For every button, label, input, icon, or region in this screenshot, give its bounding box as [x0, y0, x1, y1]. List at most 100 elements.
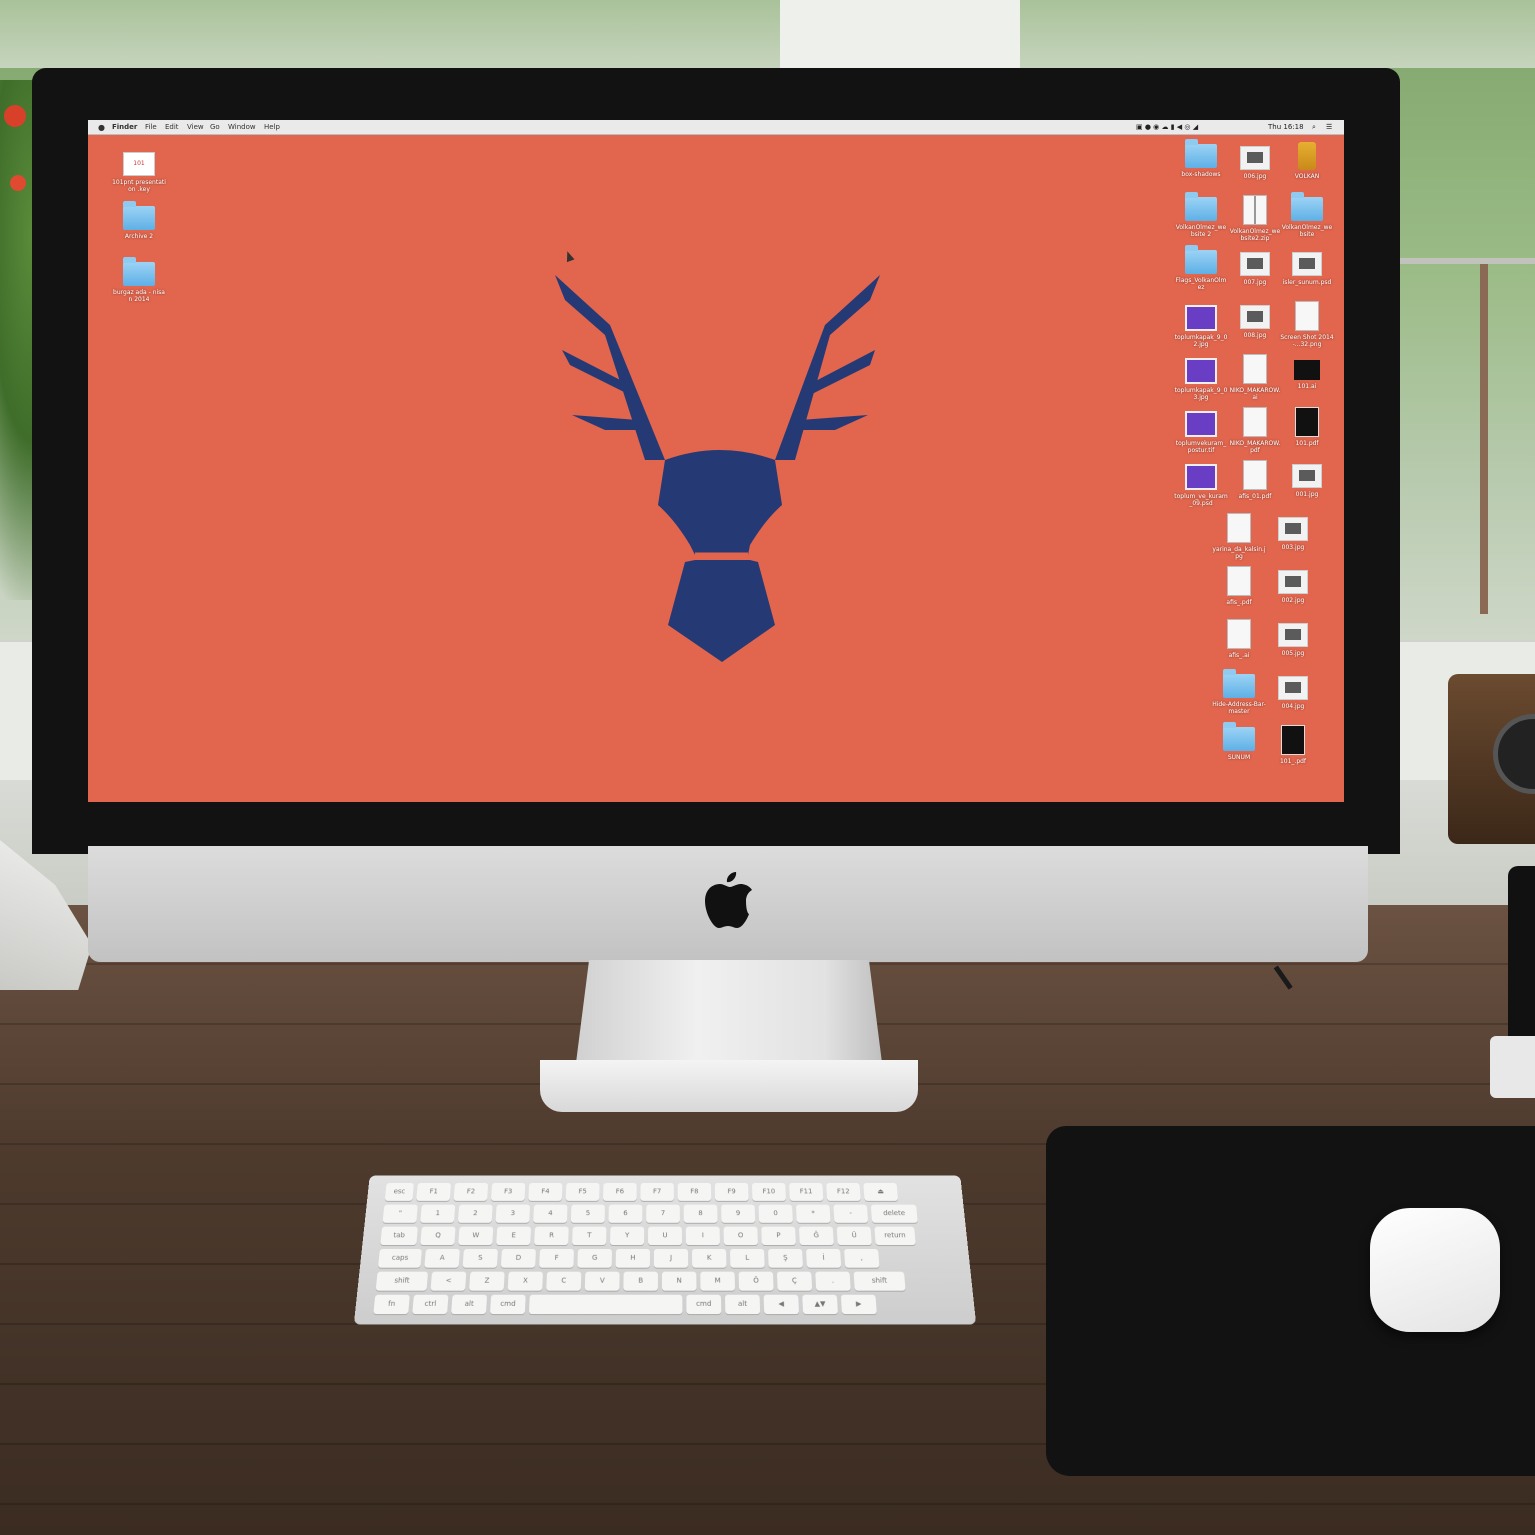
desktop-icon[interactable]: 007.jpg: [1228, 244, 1282, 286]
desktop-icon[interactable]: toplum_ve_kuram_09.psd: [1174, 456, 1228, 507]
key[interactable]: ▲▼: [802, 1294, 838, 1315]
key[interactable]: *: [795, 1204, 831, 1223]
key[interactable]: fn: [373, 1294, 410, 1315]
desktop-icon[interactable]: afis_01.pdf: [1228, 456, 1282, 500]
desktop-icon[interactable]: VOLKAN: [1280, 138, 1334, 180]
desktop-icon[interactable]: 004.jpg: [1266, 668, 1320, 710]
key[interactable]: F3: [490, 1183, 526, 1201]
key[interactable]: Ö: [738, 1271, 774, 1291]
key[interactable]: 4: [533, 1204, 568, 1223]
desktop-icon[interactable]: Screen Shot 2014-...32.png: [1280, 297, 1334, 348]
menu-go[interactable]: Go: [210, 120, 220, 134]
key[interactable]: cmd: [686, 1294, 722, 1315]
desktop-icon[interactable]: isler_sunum.psd: [1280, 244, 1334, 286]
desktop-icon[interactable]: 101.pdf: [1280, 403, 1334, 447]
key[interactable]: Ü: [836, 1226, 872, 1246]
key[interactable]: caps: [378, 1248, 422, 1268]
key[interactable]: J: [653, 1248, 689, 1268]
key[interactable]: ◀: [763, 1294, 800, 1315]
key[interactable]: L: [730, 1248, 765, 1268]
menu-edit[interactable]: Edit: [165, 120, 179, 134]
desktop-icon[interactable]: 008.jpg: [1228, 297, 1282, 339]
key[interactable]: 9: [721, 1204, 756, 1223]
key[interactable]: K: [692, 1248, 727, 1268]
desktop-icon[interactable]: toplumvekuram_postur.tif: [1174, 403, 1228, 454]
menu-view[interactable]: View: [187, 120, 204, 134]
desktop-icon[interactable]: NIKO_MAKAROW.pdf: [1228, 403, 1282, 454]
key[interactable]: V: [584, 1271, 620, 1291]
key[interactable]: S: [462, 1248, 498, 1268]
key[interactable]: F7: [640, 1183, 674, 1201]
clock[interactable]: Thu 16:18: [1268, 120, 1304, 134]
desktop-icon[interactable]: toplumkapak_9_03.jpg: [1174, 350, 1228, 401]
key[interactable]: 0: [758, 1204, 793, 1223]
desktop-icon[interactable]: 002.jpg: [1266, 562, 1320, 604]
key[interactable]: 7: [646, 1204, 680, 1223]
spotlight-icon[interactable]: ⌕: [1312, 120, 1316, 134]
desktop-icon[interactable]: afis_.ai: [1212, 615, 1266, 659]
desktop-screen[interactable]: ● Finder File Edit View Go Window Help ▣…: [88, 120, 1344, 802]
key[interactable]: -: [833, 1204, 869, 1223]
key[interactable]: shift: [375, 1271, 429, 1291]
key[interactable]: .: [815, 1271, 851, 1291]
desktop-icon[interactable]: SUNUM: [1212, 721, 1266, 761]
key[interactable]: O: [723, 1226, 758, 1246]
key[interactable]: esc: [384, 1183, 414, 1201]
key[interactable]: <: [430, 1271, 467, 1291]
key[interactable]: F9: [714, 1183, 749, 1201]
key[interactable]: F4: [528, 1183, 563, 1201]
key[interactable]: delete: [870, 1204, 918, 1223]
key[interactable]: ⏏: [863, 1183, 899, 1201]
key[interactable]: ,: [844, 1248, 880, 1268]
menu-file[interactable]: File: [145, 120, 157, 134]
desktop-icon[interactable]: yarina_da_kalsin.jpg: [1212, 509, 1266, 560]
key[interactable]: Q: [420, 1226, 456, 1246]
key[interactable]: B: [623, 1271, 658, 1291]
key[interactable]: 2: [457, 1204, 493, 1223]
key[interactable]: M: [700, 1271, 736, 1291]
key[interactable]: X: [507, 1271, 543, 1291]
key[interactable]: 6: [608, 1204, 643, 1223]
key[interactable]: ▶: [840, 1294, 877, 1315]
key[interactable]: F1: [416, 1183, 452, 1201]
desktop-icon[interactable]: 006.jpg: [1228, 138, 1282, 180]
key[interactable]: U: [648, 1226, 682, 1246]
key[interactable]: D: [500, 1248, 536, 1268]
key[interactable]: 8: [683, 1204, 718, 1223]
key[interactable]: R: [534, 1226, 569, 1246]
key[interactable]: shift: [853, 1271, 906, 1291]
desktop-icon[interactable]: 001.jpg: [1280, 456, 1334, 498]
key[interactable]: A: [424, 1248, 460, 1268]
key[interactable]: 3: [495, 1204, 531, 1223]
notification-center-icon[interactable]: ☰: [1326, 120, 1332, 134]
desktop-icon[interactable]: 003.jpg: [1266, 509, 1320, 551]
key[interactable]: F8: [677, 1183, 712, 1201]
key[interactable]: F5: [565, 1183, 600, 1201]
desktop-icon[interactable]: 101_.pdf: [1266, 721, 1320, 765]
desktop-icon[interactable]: 101 101pnt presentation .key: [112, 144, 166, 193]
menu-help[interactable]: Help: [264, 120, 280, 134]
key[interactable]: return: [874, 1226, 916, 1246]
key[interactable]: C: [546, 1271, 582, 1291]
menu-extras-icon[interactable]: ▣ ● ◉ ☁ ▮ ◀ ◎ ◢: [1136, 120, 1198, 134]
key[interactable]: İ: [806, 1248, 842, 1268]
key[interactable]: cmd: [489, 1294, 526, 1315]
key[interactable]: I: [685, 1226, 720, 1246]
magic-mouse[interactable]: [1370, 1208, 1500, 1332]
key[interactable]: 5: [570, 1204, 605, 1223]
desktop-icon[interactable]: 101.ai: [1280, 350, 1334, 390]
desktop-icon[interactable]: Hide-Address-Bar-master: [1212, 668, 1266, 715]
key[interactable]: ": [382, 1204, 418, 1223]
key[interactable]: ctrl: [412, 1294, 449, 1315]
key[interactable]: tab: [380, 1226, 418, 1246]
key[interactable]: F2: [453, 1183, 489, 1201]
key[interactable]: P: [761, 1226, 796, 1246]
key[interactable]: alt: [451, 1294, 488, 1315]
desktop-icon[interactable]: afis_.pdf: [1212, 562, 1266, 606]
wireless-keyboard[interactable]: esc F1 F2 F3 F4 F5 F6 F7 F8 F9 F10 F11 F12 ⏏ " 1 2 3 4 5 6 7 8…: [353, 1175, 977, 1325]
desktop-icon[interactable]: VolkanOlmez_website 2: [1174, 191, 1228, 238]
desktop-icon[interactable]: toplumkapak_9_02.jpg: [1174, 297, 1228, 348]
key[interactable]: F: [539, 1248, 574, 1268]
key[interactable]: 1: [420, 1204, 456, 1223]
desktop-icon[interactable]: Flags_VolkanOlmez: [1174, 244, 1228, 291]
